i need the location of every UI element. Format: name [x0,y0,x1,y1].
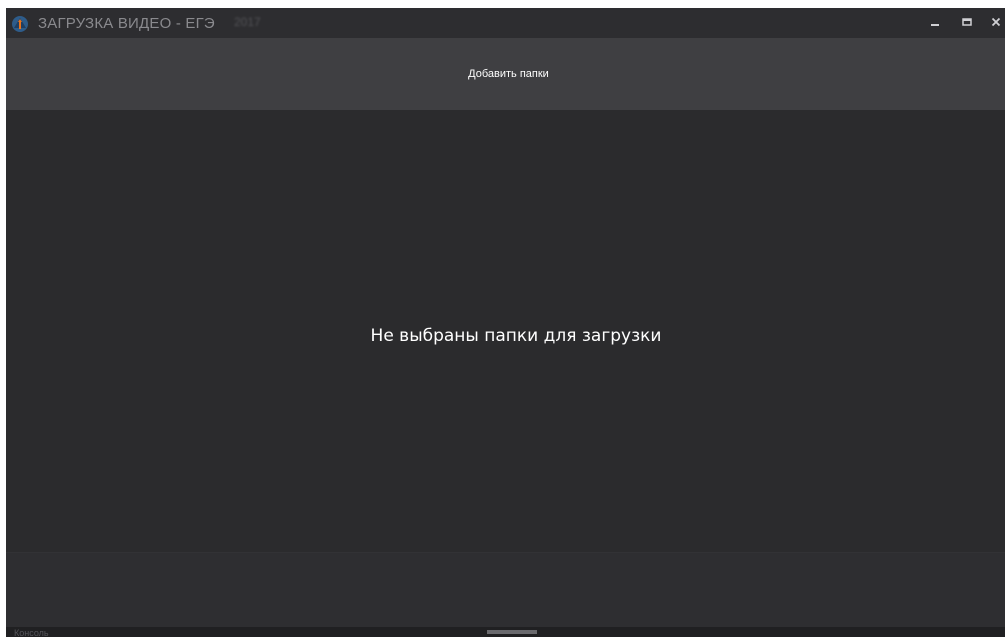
empty-state-message: Не выбраны папки для загрузки [370,326,662,346]
maximize-button[interactable] [956,12,978,34]
add-folders-button[interactable]: Добавить папки [460,64,557,84]
window-title-year: 2017 [234,15,261,29]
maximize-icon [962,14,972,32]
toolbar: Добавить папки [6,38,1005,110]
bottom-panel [6,552,1005,628]
folder-list-area: Не выбраны папки для загрузки [6,110,1005,552]
splitter-handle[interactable] [487,630,537,634]
app-logo-icon [9,14,31,34]
title-bar[interactable]: ЗАГРУЗКА ВИДЕО - ЕГЭ 2017 [6,8,1005,38]
app-window: ЗАГРУЗКА ВИДЕО - ЕГЭ 2017 Добавить папки… [6,8,1005,637]
console-label[interactable]: Консоль [14,628,49,637]
minimize-button[interactable] [924,12,946,34]
window-title: ЗАГРУЗКА ВИДЕО - ЕГЭ [38,15,215,32]
status-bar: Консоль [6,627,1005,637]
minimize-icon [930,14,940,32]
close-icon [991,14,1001,32]
close-button[interactable] [985,12,1005,34]
